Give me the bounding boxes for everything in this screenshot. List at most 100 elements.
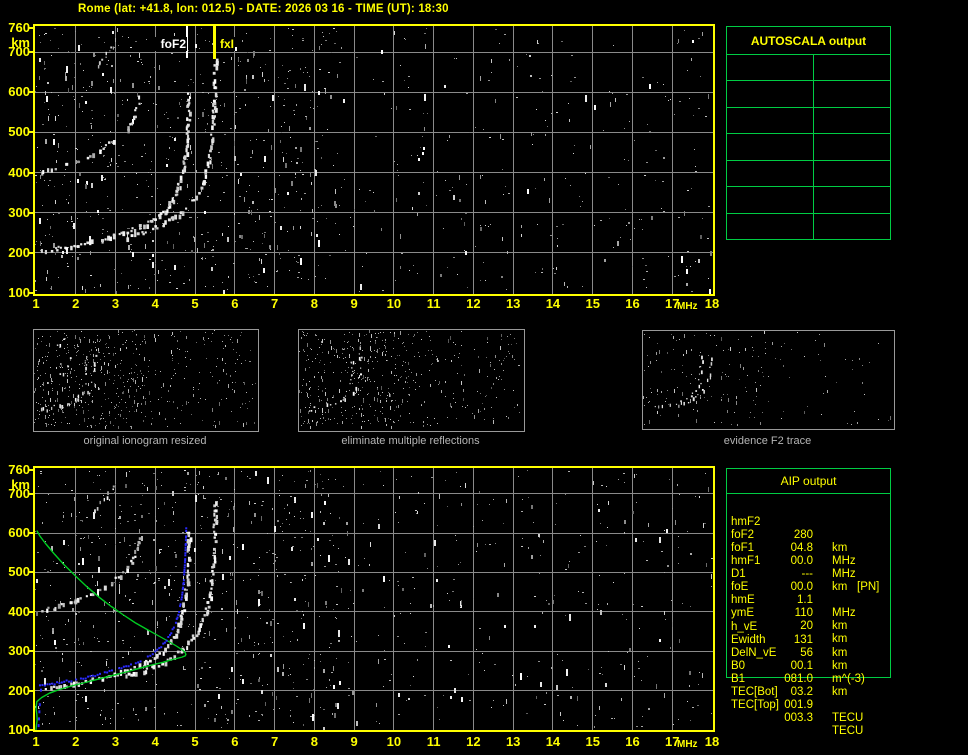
param-value: NO [813, 187, 903, 213]
y-tick-label: 300 [8, 204, 30, 220]
thumbnail-eliminate-reflections [298, 329, 525, 432]
x-tick-label: 15 [585, 296, 600, 311]
table-row: M(3000)F2 3.21 [727, 106, 890, 134]
param-unit: TECU [832, 712, 864, 724]
x-tick-label: 1 [32, 734, 40, 749]
page-title: Rome (lat: +41.8, lon: 012.5) - DATE: 20… [78, 3, 449, 15]
axis-tick [29, 532, 33, 535]
table-row: foF1 00.0 MHz [PN] [726, 529, 906, 593]
x-tick-label: 9 [350, 734, 358, 749]
table-row: hmF1 --- km [726, 542, 906, 593]
param-value: NO [813, 160, 903, 187]
x-tick-label: 18 [704, 296, 720, 311]
x-axis-unit: MHz [677, 739, 698, 750]
param-label: fxI [734, 139, 749, 154]
x-tick-label: 12 [466, 296, 481, 311]
y-tick-label: 600 [8, 84, 30, 100]
table-row: hmE 110 km [726, 581, 906, 632]
x-tick-label: 18 [704, 734, 720, 749]
param-unit: TECU [832, 725, 864, 737]
x-tick-label: 12 [466, 734, 481, 749]
autoscala-output-table: AUTOSCALA output foF2 4.8 MHz MUF(3000)F… [726, 26, 891, 240]
thumbnail-canvas [643, 331, 892, 427]
fof2-marker-label: foF2 [147, 37, 187, 51]
x-tick-label: 13 [505, 734, 521, 749]
table-row: B1 03.2 [726, 660, 906, 698]
x-tick-label: 6 [231, 296, 239, 311]
x-tick-label: 10 [386, 296, 402, 311]
thumbnail-evidence-f2-trace [642, 330, 895, 430]
x-tick-label: 16 [625, 734, 640, 749]
x-tick-label: 6 [231, 734, 239, 749]
param-value: 15.4 MHz [813, 81, 890, 107]
x-tick-label: 16 [625, 296, 640, 311]
y-tick-label: 200 [8, 682, 30, 698]
table-row: ymE 20 km [726, 594, 906, 645]
x-tick-label: 9 [350, 296, 358, 311]
y-axis-unit: km [11, 477, 30, 492]
axis-tick [29, 211, 33, 214]
y-tick-label: 400 [8, 603, 30, 619]
table-row: hmF2 280 km [726, 503, 906, 554]
thumbnail-caption: eliminate multiple reflections [341, 435, 480, 447]
table-row: h'Es NO [727, 212, 890, 239]
y-tick-label: 760 [8, 20, 30, 35]
axis-tick [29, 610, 33, 613]
x-tick-label: 2 [72, 296, 80, 311]
table-row: B0 081.0 km [726, 647, 906, 698]
x-tick-label: 4 [151, 734, 159, 749]
table-row: TEC[Top] 003.3 TECU [726, 686, 906, 737]
table-row: DelN_vE 00.1 m^(-3) [726, 634, 906, 685]
thumbnail-canvas [299, 330, 522, 429]
table-row: Ewidth 56 km [726, 621, 906, 672]
param-label: M(3000)F2 [734, 113, 793, 128]
x-tick-label: 11 [426, 734, 441, 749]
table-row: foF2 4.8 MHz [727, 55, 890, 81]
param-label: foF2 [734, 60, 760, 75]
axis-tick [29, 91, 33, 94]
param-value: NO [813, 213, 903, 239]
param-label: foF1 [734, 166, 760, 181]
bottom-ionogram-canvas [33, 466, 715, 732]
y-tick-label: 500 [8, 124, 30, 140]
autoscala-window: Rome (lat: +41.8, lon: 012.5) - DATE: 20… [0, 0, 968, 755]
x-tick-label: 2 [72, 734, 80, 749]
axis-tick [29, 492, 33, 495]
axis-tick [29, 571, 33, 574]
x-tick-label: 11 [426, 296, 441, 311]
x-tick-label: 7 [270, 296, 279, 311]
param-value: 003.3 [784, 712, 813, 724]
axis-tick [29, 171, 33, 174]
y-tick-label: 400 [8, 164, 30, 180]
x-tick-label: 8 [310, 734, 318, 749]
axis-tick [29, 650, 33, 653]
x-tick-label: 14 [545, 734, 561, 749]
table-row: h_vE 131 km [726, 608, 906, 659]
x-axis-unit: MHz [677, 301, 698, 312]
table-row: MUF(3000)F2 15.4 MHz [727, 80, 890, 107]
param-value: 5.5 MHz [813, 134, 890, 160]
param-value: 3.21 [813, 107, 890, 134]
param-value: 4.8 MHz [813, 55, 890, 81]
x-tick-label: 3 [111, 296, 120, 311]
x-tick-label: 5 [191, 296, 199, 311]
x-tick-label: 14 [545, 296, 561, 311]
x-tick-label: 4 [151, 296, 159, 311]
axis-tick [29, 469, 33, 471]
axis-tick [29, 251, 33, 254]
x-tick-label: 15 [585, 734, 600, 749]
thumbnail-caption: evidence F2 trace [723, 435, 812, 447]
param-label: ftEs [734, 192, 757, 207]
param-label: TEC[Top] [731, 699, 779, 711]
thumbnail-canvas [34, 330, 256, 429]
autoscala-table-header: AUTOSCALA output [727, 27, 890, 55]
x-tick-label: 8 [310, 296, 318, 311]
y-tick-label: 760 [8, 462, 30, 477]
thumbnail-original-ionogram [33, 329, 259, 432]
axis-tick [29, 292, 33, 294]
y-tick-label: 100 [8, 285, 30, 300]
fxi-marker-label: fxI [219, 37, 236, 51]
table-row: foE 1.1 MHz [726, 568, 906, 619]
aip-table-header: AIP output [727, 469, 890, 494]
y-tick-label: 100 [8, 722, 30, 737]
